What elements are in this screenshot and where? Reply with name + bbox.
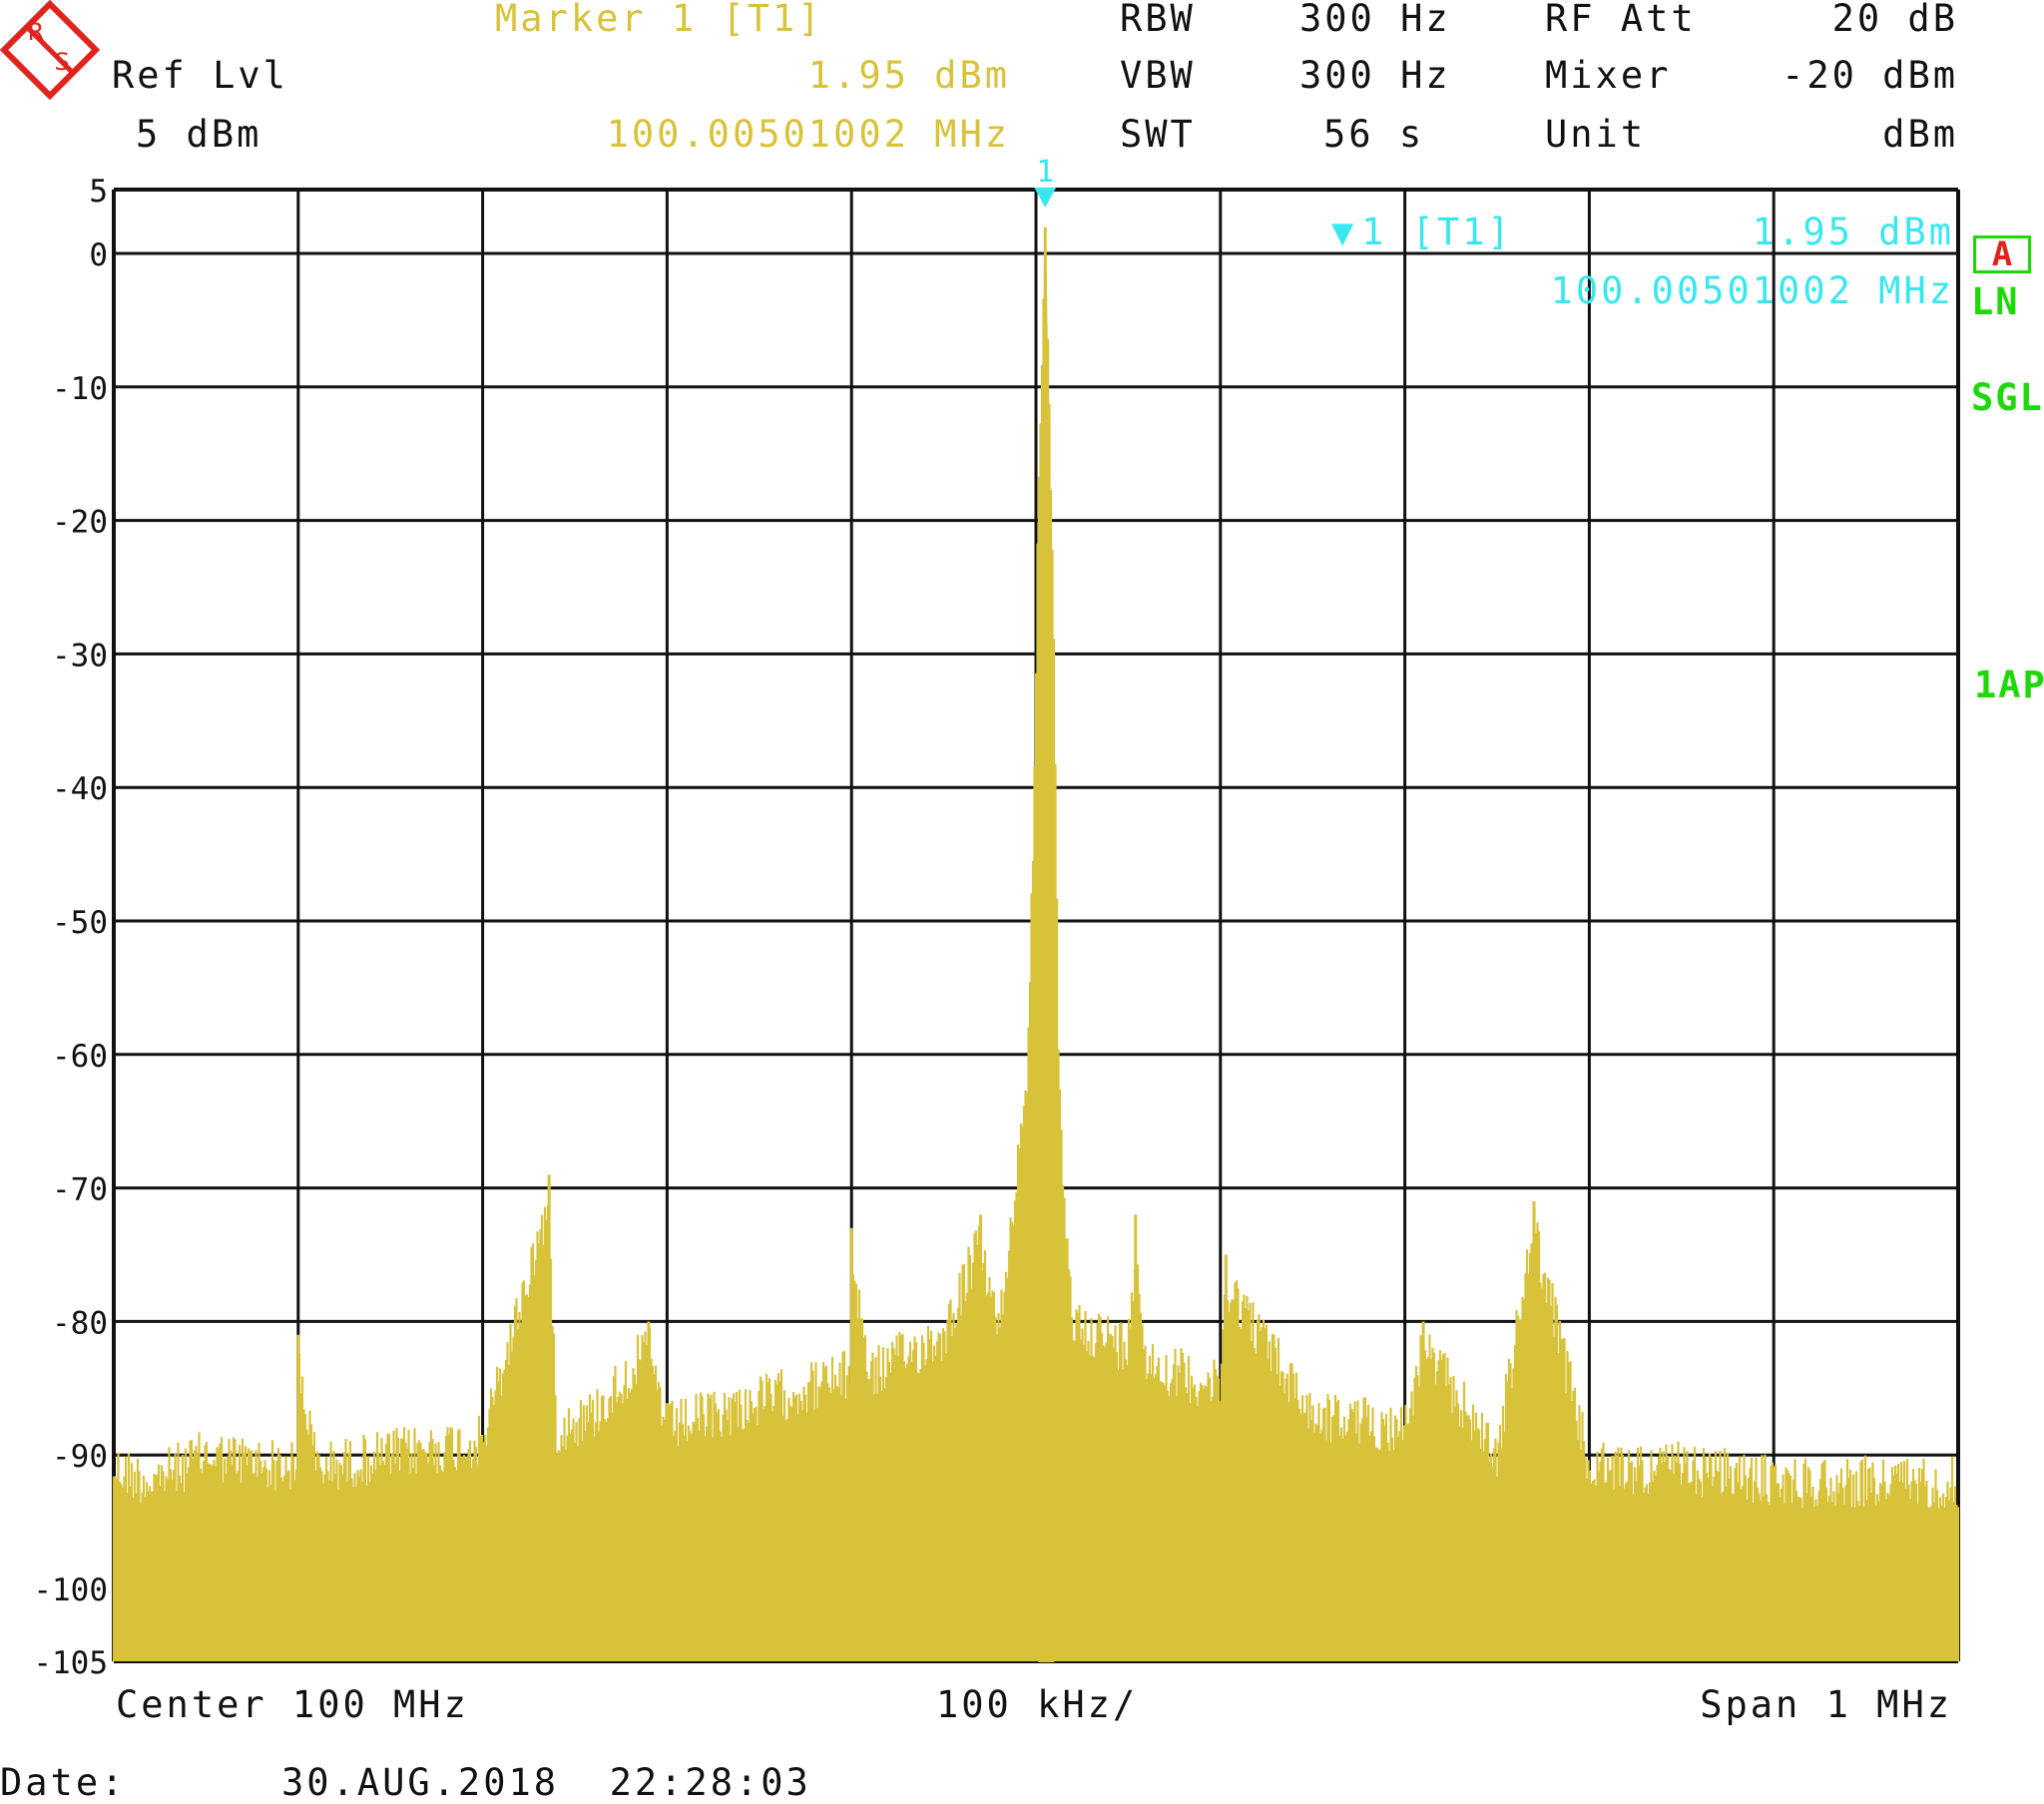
marker-readout-frequency: 100.00501002 MHz [1550, 269, 1954, 312]
y-tick-label: -90 [52, 1439, 108, 1475]
y-tick-label: -70 [52, 1172, 108, 1208]
y-tick-label: -105 [33, 1645, 108, 1681]
marker-readout-level: 1.95 dBm [1752, 211, 1954, 253]
center-frequency: Center 100 MHz [116, 1683, 469, 1726]
y-tick-label: -30 [52, 638, 108, 674]
trace-a-badge: A [1973, 235, 2031, 273]
y-tick-label: -60 [52, 1039, 108, 1075]
y-tick-label: -50 [52, 905, 108, 941]
marker-number-label: 1 [1036, 155, 1054, 190]
ap-status: 1AP [1974, 664, 2044, 706]
frequency-span: Span 1 MHz [1700, 1683, 1952, 1726]
y-tick-label: 5 [89, 174, 108, 210]
date-label: Date: [0, 1761, 127, 1804]
sgl-status: SGL [1971, 376, 2044, 419]
marker-triangle-icon [1034, 187, 1057, 208]
marker-1: 1 [1034, 155, 1057, 208]
y-tick-label: -100 [33, 1573, 108, 1608]
frequency-per-division: 100 kHz/ [936, 1683, 1139, 1726]
y-tick-label: -40 [52, 771, 108, 807]
marker-readout-label: 1 [T1] [1361, 211, 1513, 253]
y-tick-label: -20 [52, 505, 108, 541]
y-tick-label: -80 [52, 1305, 108, 1341]
date-value: 30.AUG.2018 22:28:03 [281, 1761, 811, 1804]
marker-readout-icon: ▼ [1331, 211, 1357, 253]
y-tick-label: -10 [52, 371, 108, 407]
y-tick-label: 0 [89, 237, 108, 273]
y-axis-ticks: 5 0 -10 -20 -30 -40 -50 -60 -70 -80 -90 -100 -105 [33, 174, 108, 1681]
ln-status: LN [1971, 280, 2020, 323]
